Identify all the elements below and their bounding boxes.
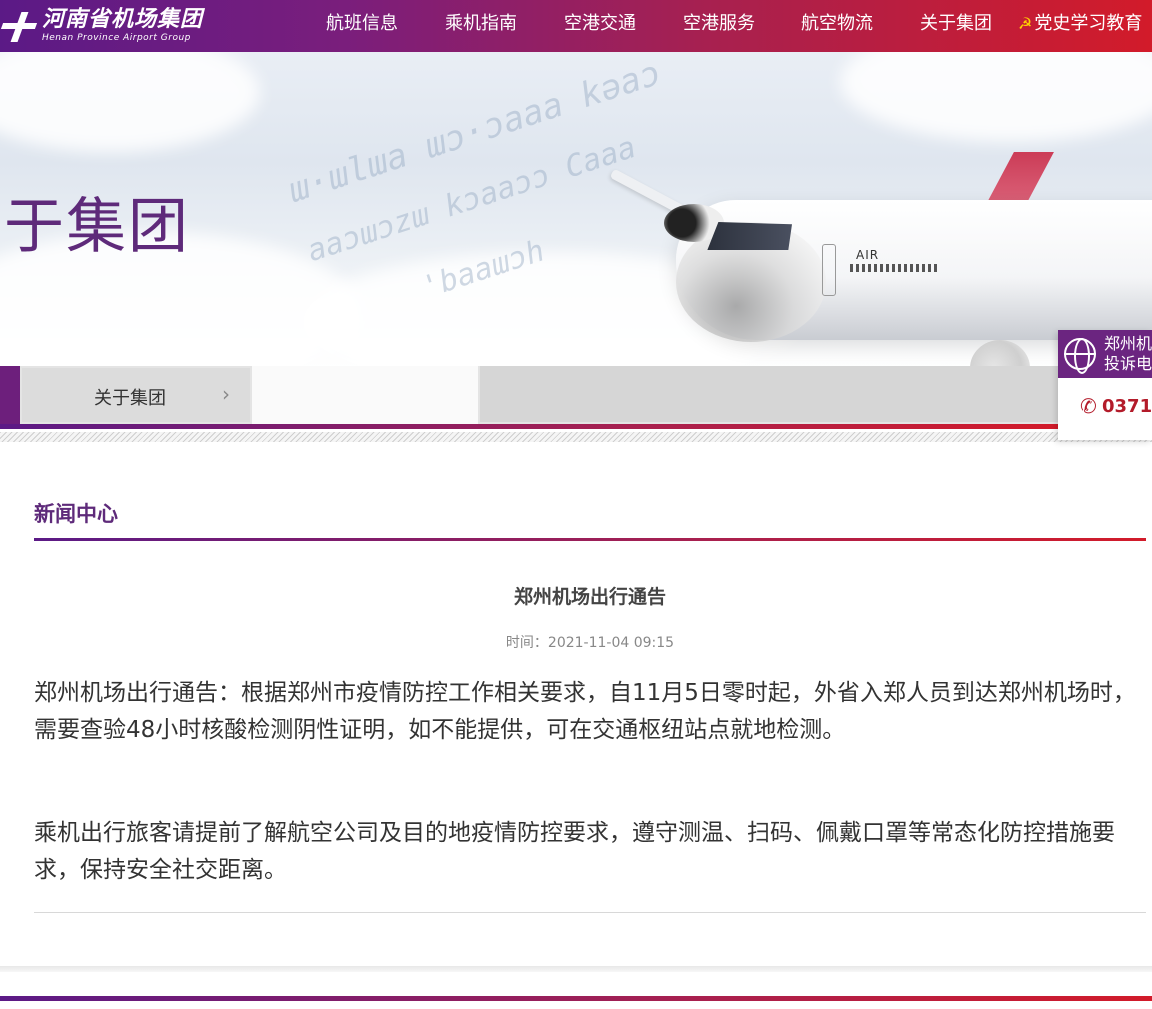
chevron-right-icon: › <box>222 382 230 406</box>
article-title: 郑州机场出行通告 <box>513 586 666 608</box>
plane-windows <box>850 264 940 272</box>
site-logo[interactable]: 河南省机场集团 Henan Province Airport Group <box>0 4 203 48</box>
footer-divider <box>0 996 1152 1001</box>
section-underline <box>34 538 1146 541</box>
hero-banner: ɯ·ɯlɯa ɯɔ·ɔaaa kəaɔ aaɔɯɔzɯ kɔaaɔɔ Caaa … <box>0 52 1152 368</box>
nav-party-history-label: 党史学习教育 <box>1034 13 1143 34</box>
complaint-line1: 郑州机 <box>1104 334 1152 353</box>
nav-party-history[interactable]: ☭ 党史学习教育 <box>1018 12 1142 36</box>
plane-door <box>822 244 836 296</box>
main-nav: 航班信息 乘机指南 空港交通 空港服务 航空物流 关于集团 ☭ 党史学习教育 <box>300 0 1152 52</box>
airport-logo-icon <box>0 6 40 46</box>
article-timestamp: 时间：2021-11-04 09:15 <box>505 635 675 651</box>
nav-airport-transport[interactable]: 空港交通 <box>564 12 636 36</box>
breadcrumb-underline <box>0 424 1058 429</box>
logo-text: 河南省机场集团 Henan Province Airport Group <box>42 8 203 44</box>
complaint-line2: 投诉电 <box>1104 354 1152 373</box>
breadcrumb-accent <box>0 366 20 424</box>
nav-about-group[interactable]: 关于集团 <box>920 12 992 36</box>
article-paragraph: 乘机出行旅客请提前了解航空公司及目的地疫情防控要求，遵守测温、扫码、佩戴口罩等常… <box>34 820 1115 883</box>
globe-icon <box>1064 338 1096 374</box>
logo-english-name: Henan Province Airport Group <box>42 33 191 43</box>
nav-air-logistics[interactable]: 航空物流 <box>801 12 873 36</box>
breadcrumb-label: 关于集团 <box>94 388 166 409</box>
plane-livery-text: AIR <box>856 248 880 262</box>
breadcrumb-item-about[interactable]: 关于集团 › <box>22 368 250 422</box>
section-title: 新闻中心 <box>34 502 118 526</box>
banner-title: 于集团 <box>4 192 190 262</box>
complaint-header: 郑州机 投诉电 <box>1058 330 1152 378</box>
complaint-hotline-widget[interactable]: 郑州机 投诉电 ✆ 0371- <box>1058 330 1152 440</box>
footer-shadow <box>0 966 1152 972</box>
striped-divider <box>0 432 1152 442</box>
nav-boarding-guide[interactable]: 乘机指南 <box>445 12 517 36</box>
phone-icon: ✆ <box>1080 394 1097 418</box>
nav-flight-info[interactable]: 航班信息 <box>326 12 398 36</box>
complaint-phone-number[interactable]: 0371- <box>1102 396 1152 417</box>
cloud-shape <box>840 52 1152 142</box>
nav-airport-services[interactable]: 空港服务 <box>683 12 755 36</box>
breadcrumb-fill <box>480 366 1058 422</box>
article-paragraph: 郑州机场出行通告：根据郑州市疫情防控工作相关要求，自11月5日零时起，外省入郑人… <box>34 680 1136 743</box>
cloud-shape <box>0 52 260 152</box>
article-end-divider <box>34 912 1146 913</box>
logo-chinese-name: 河南省机场集团 <box>42 7 204 32</box>
plane-engine <box>970 340 1030 368</box>
breadcrumb-spacer <box>252 366 478 424</box>
breadcrumb: 关于集团 › <box>0 366 1058 424</box>
hammer-sickle-icon: ☭ <box>1018 14 1033 33</box>
top-header: 河南省机场集团 Henan Province Airport Group 航班信… <box>0 0 1152 52</box>
